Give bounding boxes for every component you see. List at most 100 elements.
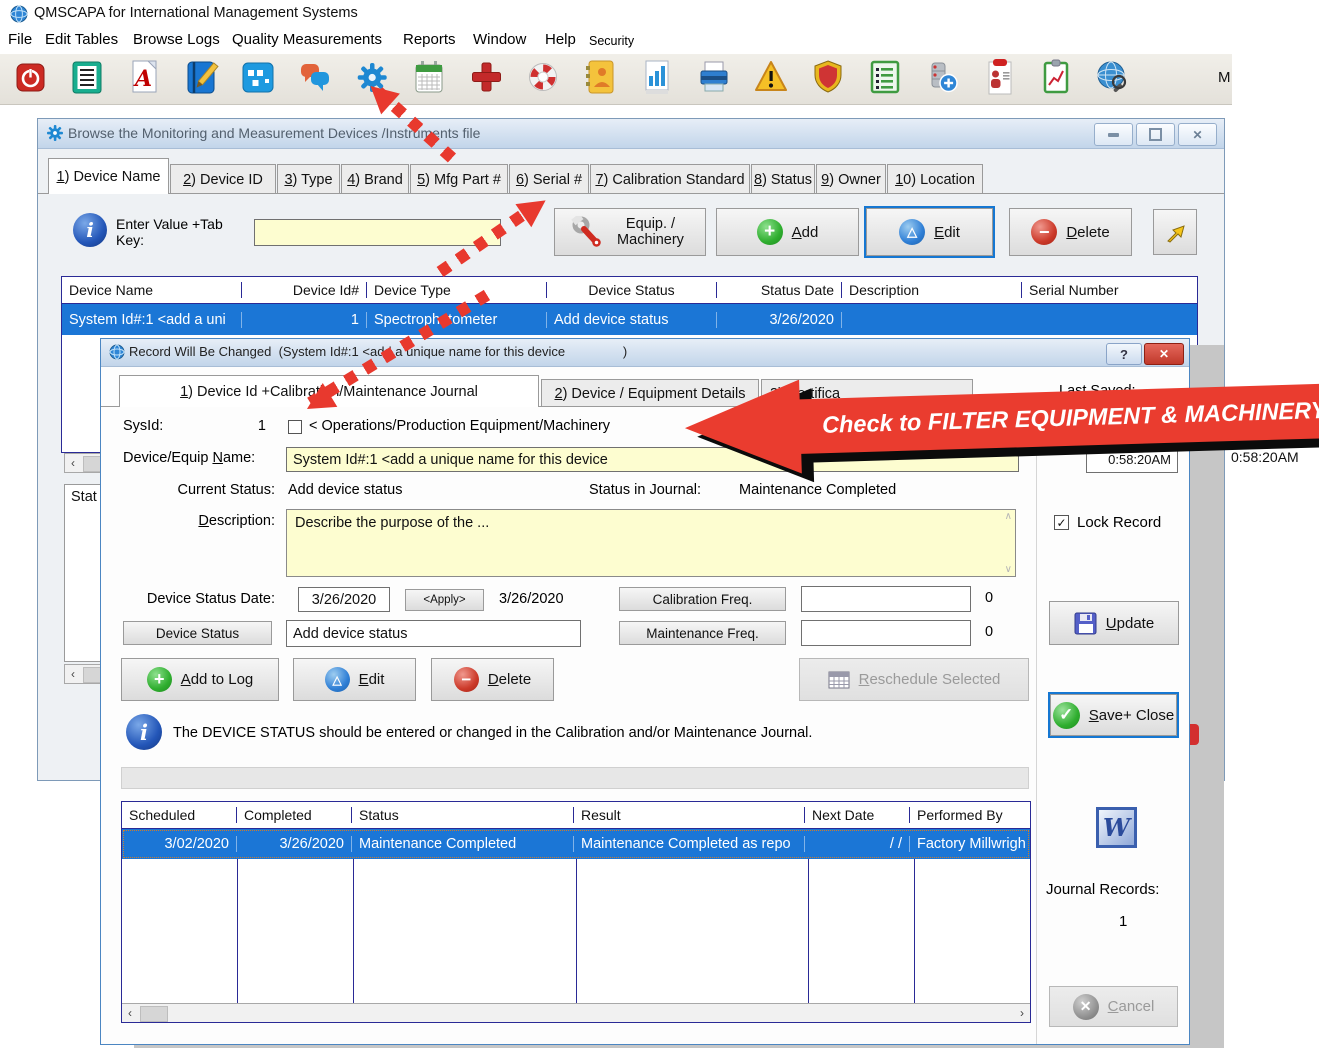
calibration-freq-button[interactable]: Calibration Freq.: [619, 587, 786, 611]
description-textarea[interactable]: Describe the purpose of the ... ∧ ∨: [286, 509, 1016, 577]
col-status-date[interactable]: Status Date: [717, 282, 842, 298]
update-button[interactable]: Update: [1049, 601, 1179, 645]
lock-record-checkbox[interactable]: ✓: [1054, 515, 1069, 530]
contacts-icon[interactable]: [981, 58, 1017, 96]
shield-icon[interactable]: [810, 58, 846, 96]
browse-window-titlebar[interactable]: Browse the Monitoring and Measurement De…: [38, 119, 1224, 149]
delete-icon: −: [1031, 219, 1057, 245]
save-close-button[interactable]: ✓ Save+ Close: [1050, 694, 1177, 736]
col-device-name[interactable]: Device Name: [62, 282, 242, 298]
jcol-next-date[interactable]: Next Date: [805, 807, 910, 823]
col-device-type[interactable]: Device Type: [367, 282, 547, 298]
clipboard-chart-icon[interactable]: [1038, 58, 1074, 96]
add-icon: +: [757, 219, 783, 245]
journal-hscrollbar[interactable]: ‹›: [122, 1003, 1030, 1022]
lifesaver-icon[interactable]: [525, 58, 561, 96]
calendar-icon[interactable]: [411, 58, 447, 96]
col-device-id[interactable]: Device Id#: [242, 282, 367, 298]
tab-calibration-standard[interactable]: 7) Calibration Standard: [590, 164, 750, 194]
warning-icon[interactable]: [753, 58, 789, 96]
jcol-scheduled[interactable]: Scheduled: [122, 807, 237, 823]
menu-reports[interactable]: Reports: [403, 31, 456, 48]
apply-button[interactable]: <Apply>: [405, 589, 484, 611]
add-button[interactable]: + Add: [716, 208, 859, 256]
tab-owner[interactable]: 9) Owner: [816, 164, 886, 194]
tab-location[interactable]: 10) Location: [887, 164, 983, 194]
restore-button[interactable]: [1136, 123, 1175, 146]
tab-device-id[interactable]: 2) Device ID: [170, 164, 276, 194]
power-icon[interactable]: [12, 58, 48, 96]
minimize-button[interactable]: [1094, 123, 1133, 146]
filter-equipment-checkbox[interactable]: [288, 420, 302, 434]
org-chart-icon[interactable]: [240, 58, 276, 96]
notebook-icon[interactable]: [183, 58, 219, 96]
search-value-input[interactable]: [254, 219, 501, 246]
goto-button[interactable]: [1153, 209, 1197, 255]
tab-serial[interactable]: 6) Serial #: [509, 164, 589, 194]
info-icon: i: [73, 213, 107, 247]
notes-icon[interactable]: [69, 58, 105, 96]
word-icon[interactable]: W: [1096, 807, 1137, 848]
jcol-performed-by[interactable]: Performed By: [910, 807, 1030, 823]
document-a-icon[interactable]: A: [126, 58, 162, 96]
app-globe-icon: [10, 5, 28, 23]
maintenance-freq-button[interactable]: Maintenance Freq.: [619, 621, 786, 645]
chart-report-icon[interactable]: [639, 58, 675, 96]
col-serial-number[interactable]: Serial Number: [1022, 282, 1195, 298]
dialog-close-button[interactable]: ✕: [1144, 343, 1184, 365]
printer-icon[interactable]: [696, 58, 732, 96]
menu-edit-tables[interactable]: Edit Tables: [45, 31, 118, 48]
col-device-status[interactable]: Device Status: [547, 282, 717, 298]
jcol-result[interactable]: Result: [574, 807, 805, 823]
maintenance-freq-input[interactable]: [801, 620, 971, 646]
device-status-button[interactable]: Device Status: [123, 621, 272, 645]
journal-table-row[interactable]: 3/02/2020 3/26/2020 Maintenance Complete…: [122, 829, 1030, 859]
add-cross-icon[interactable]: [468, 58, 504, 96]
tab-device-name[interactable]: 1) Device Name: [48, 158, 169, 194]
device-status-input[interactable]: Add device status: [286, 620, 581, 647]
tab-mfg-part[interactable]: 5) Mfg Part #: [410, 164, 508, 194]
menu-quality-measurements[interactable]: Quality Measurements: [232, 31, 382, 48]
database-add-icon[interactable]: [924, 58, 960, 96]
menu-browse-logs[interactable]: Browse Logs: [133, 31, 220, 48]
dialog-help-button[interactable]: ?: [1106, 343, 1142, 365]
chat-icon[interactable]: [297, 58, 333, 96]
menu-security[interactable]: Security: [589, 34, 634, 48]
tab-status[interactable]: 8) Status: [751, 164, 815, 194]
calibration-freq-input[interactable]: [801, 586, 971, 612]
tab-type[interactable]: 3) Type: [277, 164, 340, 194]
status-date-input[interactable]: 3/26/2020: [298, 587, 390, 612]
equip-machinery-button[interactable]: Equip. / Machinery: [554, 208, 706, 256]
jcol-completed[interactable]: Completed: [237, 807, 352, 823]
journal-table: Scheduled Completed Status Result Next D…: [121, 801, 1031, 1023]
close-button[interactable]: ✕: [1178, 123, 1217, 146]
menu-file[interactable]: File: [8, 31, 32, 48]
edit-icon: △: [899, 219, 925, 245]
menu-bar: File Edit Tables Browse Logs Quality Mea…: [0, 28, 1319, 54]
cancel-button[interactable]: ✕ Cancel: [1049, 986, 1178, 1027]
journal-edit-button[interactable]: △ Edit: [293, 658, 416, 701]
checklist-icon[interactable]: [867, 58, 903, 96]
menu-window[interactable]: Window: [473, 31, 526, 48]
delete-button[interactable]: − Delete: [1009, 208, 1132, 256]
journal-records-label: Journal Records:: [1046, 881, 1159, 898]
web-search-icon[interactable]: [1095, 58, 1131, 96]
spacer-bar: [121, 767, 1029, 789]
menu-help[interactable]: Help: [545, 31, 576, 48]
jcol-status[interactable]: Status: [352, 807, 574, 823]
tab-brand[interactable]: 4) Brand: [341, 164, 409, 194]
add-to-log-button[interactable]: + Add to Log: [121, 658, 279, 701]
reschedule-button[interactable]: Reschedule Selected: [799, 658, 1029, 701]
app-title-bar: QMSCAPA for International Management Sys…: [0, 0, 1319, 28]
scroll-down-icon[interactable]: ∨: [1005, 564, 1012, 575]
arrow-body: Check to FILTER EQUIPMENT & MACHINERY: [684, 363, 1319, 477]
journal-delete-button[interactable]: − Delete: [431, 658, 554, 701]
svg-text:A: A: [133, 66, 152, 92]
col-description[interactable]: Description: [842, 282, 1022, 298]
scroll-up-icon[interactable]: ∧: [1005, 511, 1012, 522]
device-table-row[interactable]: System Id#:1 <add a uni 1 Spectrophotome…: [62, 304, 1197, 335]
dialog-titlebar[interactable]: Record Will Be Changed (System Id#:1 <ad…: [101, 339, 1189, 367]
address-book-icon[interactable]: [582, 58, 618, 96]
edit-label: Edit: [934, 224, 960, 241]
edit-button[interactable]: △ Edit: [866, 208, 993, 256]
